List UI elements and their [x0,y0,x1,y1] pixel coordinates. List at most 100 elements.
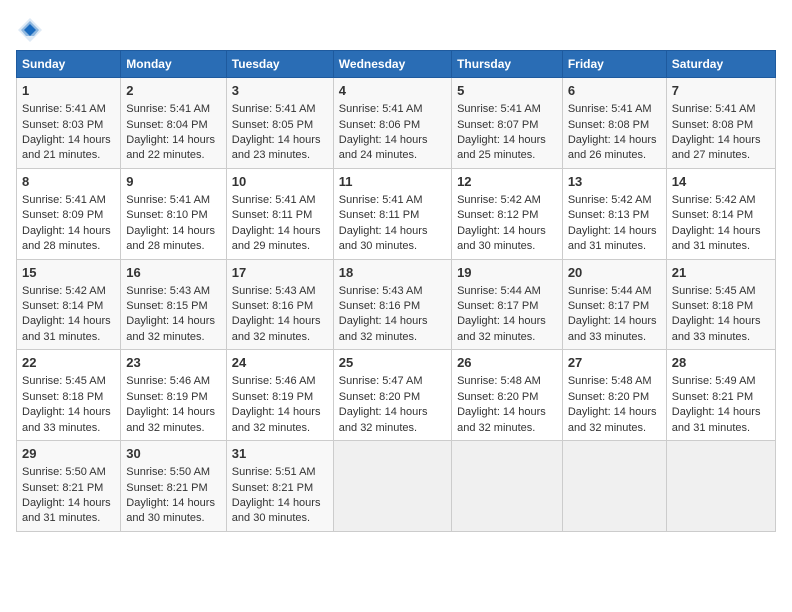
sunrise: Sunrise: 5:46 AM [232,375,316,387]
calendar-cell: 31Sunrise: 5:51 AMSunset: 8:21 PMDayligh… [226,441,333,532]
daylight: Daylight: 14 hours and 32 minutes. [457,315,546,342]
sunrise: Sunrise: 5:41 AM [232,194,316,206]
sunset: Sunset: 8:18 PM [22,391,103,403]
sunset: Sunset: 8:21 PM [126,482,207,494]
day-number: 21 [672,264,770,282]
day-number: 19 [457,264,557,282]
day-number: 3 [232,82,328,100]
page-header [16,16,776,44]
sunrise: Sunrise: 5:41 AM [457,103,541,115]
daylight: Daylight: 14 hours and 32 minutes. [232,315,321,342]
sunrise: Sunrise: 5:41 AM [126,194,210,206]
calendar-header: SundayMondayTuesdayWednesdayThursdayFrid… [17,51,776,78]
daylight: Daylight: 14 hours and 32 minutes. [339,315,428,342]
calendar-cell: 14 Sunrise: 5:42 AM Sunset: 8:14 PM Dayligh… [666,168,775,259]
sunset: Sunset: 8:16 PM [232,300,313,312]
sunset: Sunset: 8:21 PM [672,391,753,403]
sunset: Sunset: 8:08 PM [672,119,753,131]
daylight: Daylight: 14 hours and 21 minutes. [22,134,111,161]
day-number: 10 [232,173,328,191]
daylight: Daylight: 14 hours and 28 minutes. [22,225,111,252]
calendar-cell: 30Sunrise: 5:50 AMSunset: 8:21 PMDayligh… [121,441,227,532]
daylight: Daylight: 14 hours and 32 minutes. [232,406,321,433]
sunrise: Sunrise: 5:45 AM [22,375,106,387]
sunrise: Sunrise: 5:42 AM [672,194,756,206]
sunrise: Sunrise: 5:41 AM [339,194,423,206]
sunrise: Sunrise: 5:50 AM [126,466,210,478]
day-number: 18 [339,264,446,282]
calendar-cell: 28Sunrise: 5:49 AMSunset: 8:21 PMDayligh… [666,350,775,441]
sunset: Sunset: 8:14 PM [672,209,753,221]
daylight: Daylight: 14 hours and 25 minutes. [457,134,546,161]
daylight: Daylight: 14 hours and 31 minutes. [568,225,657,252]
header-sunday: Sunday [17,51,121,78]
day-number: 14 [672,173,770,191]
daylight: Daylight: 14 hours and 31 minutes. [672,225,761,252]
daylight: Daylight: 14 hours and 31 minutes. [22,497,111,524]
calendar-cell: 26Sunrise: 5:48 AMSunset: 8:20 PMDayligh… [452,350,563,441]
calendar-cell: 10 Sunrise: 5:41 AM Sunset: 8:11 PM Dayligh… [226,168,333,259]
sunset: Sunset: 8:19 PM [232,391,313,403]
sunrise: Sunrise: 5:42 AM [568,194,652,206]
sunrise: Sunrise: 5:48 AM [457,375,541,387]
sunset: Sunset: 8:11 PM [339,209,420,221]
calendar-cell: 4Sunrise: 5:41 AMSunset: 8:06 PMDaylight… [333,78,451,169]
calendar-cell: 12Sunrise: 5:42 AMSunset: 8:12 PMDayligh… [452,168,563,259]
daylight: Daylight: 14 hours and 27 minutes. [672,134,761,161]
day-number: 27 [568,354,661,372]
day-number: 30 [126,445,221,463]
calendar-cell: 18Sunrise: 5:43 AMSunset: 8:16 PMDayligh… [333,259,451,350]
sunset: Sunset: 8:07 PM [457,119,538,131]
day-number: 15 [22,264,115,282]
sunset: Sunset: 8:13 PM [568,209,649,221]
header-monday: Monday [121,51,227,78]
calendar-cell: 21Sunrise: 5:45 AMSunset: 8:18 PMDayligh… [666,259,775,350]
calendar-cell: 24 Sunrise: 5:46 AM Sunset: 8:19 PM Dayligh… [226,350,333,441]
daylight: Daylight: 14 hours and 30 minutes. [457,225,546,252]
sunset: Sunset: 8:18 PM [672,300,753,312]
calendar-cell: 1Sunrise: 5:41 AMSunset: 8:03 PMDaylight… [17,78,121,169]
calendar-cell: 22Sunrise: 5:45 AMSunset: 8:18 PMDayligh… [17,350,121,441]
calendar-cell: 2Sunrise: 5:41 AMSunset: 8:04 PMDaylight… [121,78,227,169]
sunset: Sunset: 8:17 PM [568,300,649,312]
sunset: Sunset: 8:11 PM [232,209,313,221]
sunrise: Sunrise: 5:43 AM [232,285,316,297]
day-number: 29 [22,445,115,463]
day-number: 9 [126,173,221,191]
sunset: Sunset: 8:14 PM [22,300,103,312]
sunrise: Sunrise: 5:41 AM [672,103,756,115]
sunrise: Sunrise: 5:41 AM [568,103,652,115]
day-number: 23 [126,354,221,372]
daylight: Daylight: 14 hours and 26 minutes. [568,134,657,161]
daylight: Daylight: 14 hours and 31 minutes. [22,315,111,342]
sunset: Sunset: 8:21 PM [22,482,103,494]
daylight: Daylight: 14 hours and 29 minutes. [232,225,321,252]
sunset: Sunset: 8:19 PM [126,391,207,403]
daylight: Daylight: 14 hours and 32 minutes. [339,406,428,433]
week-row-1: 1Sunrise: 5:41 AMSunset: 8:03 PMDaylight… [17,78,776,169]
day-number: 6 [568,82,661,100]
day-number: 28 [672,354,770,372]
daylight: Daylight: 14 hours and 33 minutes. [568,315,657,342]
sunset: Sunset: 8:21 PM [232,482,313,494]
day-number: 7 [672,82,770,100]
day-number: 25 [339,354,446,372]
calendar-cell [562,441,666,532]
calendar-cell: 25Sunrise: 5:47 AMSunset: 8:20 PMDayligh… [333,350,451,441]
daylight: Daylight: 14 hours and 31 minutes. [672,406,761,433]
day-number: 24 [232,354,328,372]
sunrise: Sunrise: 5:43 AM [126,285,210,297]
daylight: Daylight: 14 hours and 30 minutes. [232,497,321,524]
sunset: Sunset: 8:10 PM [126,209,207,221]
calendar-cell: 20Sunrise: 5:44 AMSunset: 8:17 PMDayligh… [562,259,666,350]
daylight: Daylight: 14 hours and 30 minutes. [339,225,428,252]
calendar-cell: 23Sunrise: 5:46 AMSunset: 8:19 PMDayligh… [121,350,227,441]
header-row: SundayMondayTuesdayWednesdayThursdayFrid… [17,51,776,78]
sunset: Sunset: 8:20 PM [568,391,649,403]
day-number: 1 [22,82,115,100]
calendar-cell: 27Sunrise: 5:48 AMSunset: 8:20 PMDayligh… [562,350,666,441]
header-friday: Friday [562,51,666,78]
calendar-cell: 11Sunrise: 5:41 AMSunset: 8:11 PMDayligh… [333,168,451,259]
day-number: 12 [457,173,557,191]
sunrise: Sunrise: 5:43 AM [339,285,423,297]
